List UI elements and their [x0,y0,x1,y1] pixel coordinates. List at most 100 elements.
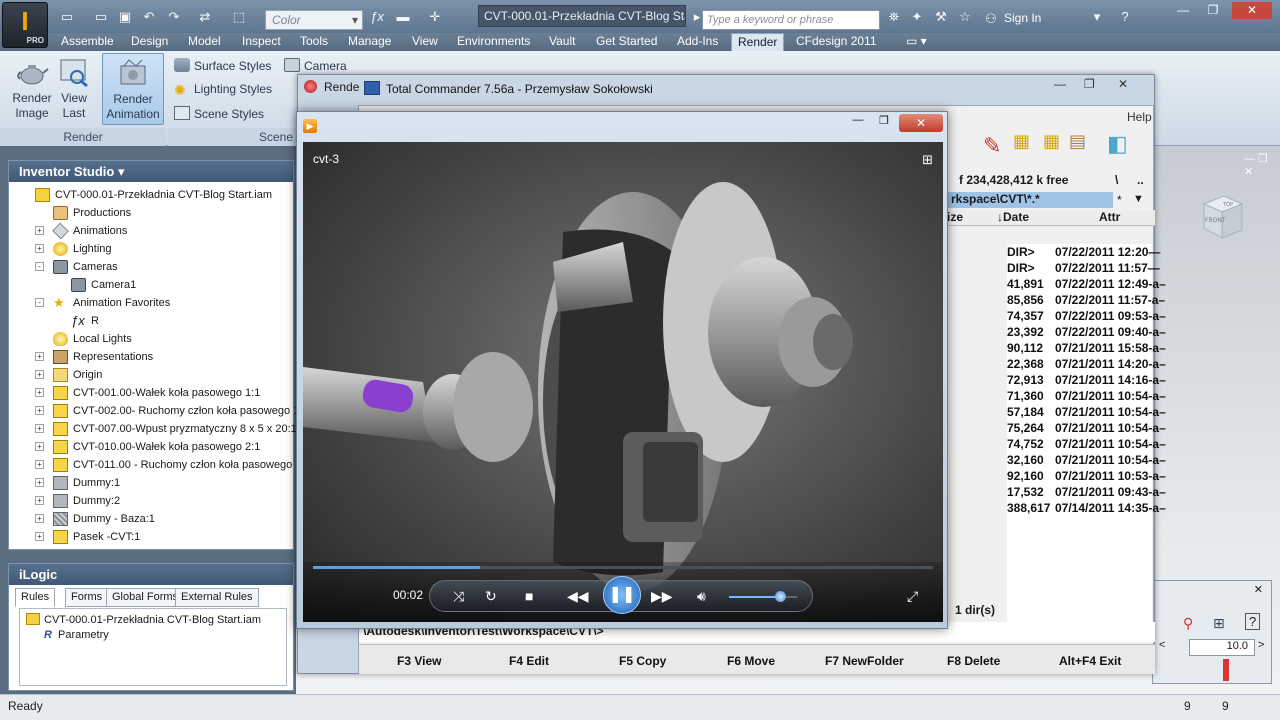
clipboard-icon[interactable]: ▤ [1069,131,1086,152]
close-icon[interactable]: ✕ [1254,583,1263,596]
repeat-icon[interactable]: ↻ [485,586,497,606]
volume-slider[interactable] [729,591,797,602]
studio-panel-header[interactable]: Inventor Studio ▾ [9,161,293,182]
expand-icon[interactable]: + [35,478,44,487]
tree-item[interactable]: + CVT-002.00- Ruchomy człon koła pasowego… [9,402,308,420]
subscription-icon[interactable]: ⚒ [932,8,950,26]
volume-icon[interactable]: 🔊︎ [697,586,706,606]
tree-item[interactable]: + CVT-011.00 - Ruchomy człon koła pasoweg… [9,456,311,474]
surface-styles-button[interactable]: Surface Styles [174,58,271,73]
volume-knob[interactable] [775,591,786,602]
shuffle-icon[interactable]: ⤨ [453,586,464,606]
tree-item[interactable]: Local Lights [9,330,293,348]
fx-icon[interactable]: ƒx [368,8,386,26]
expand-icon[interactable]: + [35,532,44,541]
root-dir-button[interactable]: \ [1115,173,1118,187]
copy-folders-icon[interactable]: ▦ [1043,131,1060,152]
column-size[interactable]: ize [947,210,963,224]
lighting-styles-button[interactable]: ✺ Lighting Styles [174,82,272,97]
f6-move-button[interactable]: F6 Move [727,654,775,668]
help-icon[interactable]: ? [1245,613,1261,630]
expand-icon[interactable]: + [35,226,44,235]
maximize-button[interactable]: ❐ [1084,77,1095,91]
tree-item[interactable]: + Lighting [9,240,293,258]
menu-help[interactable]: Help [1127,110,1152,124]
view-last-button[interactable]: View Last [52,57,96,121]
redo-icon[interactable]: ↷ [165,8,183,26]
pencil-edit-icon[interactable]: ✎ [983,133,1001,159]
scroll-right-icon[interactable]: > [1258,639,1264,651]
help-icon[interactable]: ? [1116,8,1134,26]
return-icon[interactable]: ⇄ [196,8,214,26]
scene-styles-button[interactable]: Scene Styles [174,106,264,121]
expand-icon[interactable]: + [35,460,44,469]
minimize-button[interactable]: — [1170,2,1196,19]
tab-assemble[interactable]: Assemble [61,34,114,48]
expand-icon[interactable]: + [35,370,44,379]
file-row[interactable]: 32,160 07/21/2011 10:54-a– [1007,453,1166,469]
tree-item[interactable]: + Dummy:1 [9,474,293,492]
collapse-icon[interactable]: - [35,298,44,307]
seek-bar[interactable] [313,566,933,569]
file-row[interactable]: DIR> 07/22/2011 12:20— [1007,245,1160,261]
f7-newfolder-button[interactable]: F7 NewFolder [825,654,904,668]
column-date[interactable]: ↓Date [997,210,1029,224]
timeline-slider-handle[interactable] [1223,659,1229,681]
expand-icon[interactable]: + [35,352,44,361]
sign-in-link[interactable]: Sign In [1004,11,1041,25]
tab-environments[interactable]: Environments [457,34,530,48]
tab-view[interactable]: View [412,34,438,48]
scroll-left-icon[interactable]: < [1159,639,1165,651]
current-path[interactable]: rkspace\CVT\*.* [947,192,1113,208]
file-row[interactable]: 75,264 07/21/2011 10:54-a– [1007,421,1166,437]
column-attr[interactable]: Attr [1099,210,1120,224]
f5-copy-button[interactable]: F5 Copy [619,654,666,668]
tab-forms[interactable]: Forms [65,588,109,607]
close-button[interactable]: ✕ [1232,2,1272,19]
tree-item[interactable]: + Representations [9,348,293,366]
restore-button[interactable]: ❐ [1200,2,1226,19]
tab-add-ins[interactable]: Add-Ins [677,34,718,48]
minimize-button[interactable]: — [847,114,869,132]
tab-design[interactable]: Design [131,34,168,48]
select-icon[interactable]: ⬚ [230,8,248,26]
expand-icon[interactable]: + [35,244,44,253]
expand-icon[interactable]: + [35,442,44,451]
canvas-window-controls[interactable]: — ❐ ✕ [1244,152,1280,178]
tree-item[interactable]: + Animations [9,222,293,240]
tab-global-forms[interactable]: Global Forms [106,588,185,607]
tree-item[interactable]: Productions [9,204,293,222]
stop-icon[interactable]: ■ [525,586,533,606]
tab-model[interactable]: Model [188,34,221,48]
filter-asterisk[interactable]: * [1117,193,1122,207]
file-row[interactable]: 72,913 07/21/2011 14:16-a– [1007,373,1166,389]
open-icon[interactable]: ▭ [92,8,110,26]
file-row[interactable]: 74,357 07/22/2011 09:53-a– [1007,309,1166,325]
chevron-down-icon[interactable]: ▼ [1133,193,1144,205]
file-row[interactable]: 22,368 07/21/2011 14:20-a– [1007,357,1166,373]
parent-dir-button[interactable]: .. [1137,173,1144,187]
pause-button[interactable]: ❚❚ [603,576,641,614]
tab-vault[interactable]: Vault [549,34,575,48]
color-dropdown[interactable]: Color ▾ [265,10,363,30]
binoculars-icon[interactable]: ⛯ [885,8,903,26]
f8-delete-button[interactable]: F8 Delete [947,654,1000,668]
tab-render[interactable]: Render [731,33,785,52]
tab-inspect[interactable]: Inspect [242,34,281,48]
next-icon[interactable]: ▶▶ [651,586,673,606]
favorites-star-icon[interactable]: ☆ [956,8,974,26]
file-row[interactable]: 17,532 07/21/2011 09:43-a– [1007,485,1166,501]
f4-edit-button[interactable]: F4 Edit [509,654,549,668]
close-button[interactable]: ✕ [1118,77,1128,91]
expand-icon[interactable]: + [35,424,44,433]
measure-icon[interactable]: ▬ [394,8,412,26]
tree-item[interactable]: + Pasek -CVT:1 [9,528,293,546]
tab-external-rules[interactable]: External Rules [175,588,259,607]
maximize-button[interactable]: ❐ [873,114,895,132]
tree-item[interactable]: ƒx R [9,312,293,330]
expand-icon[interactable]: + [35,496,44,505]
timeline-settings-icon[interactable]: ⚲ [1183,615,1193,632]
expand-icon[interactable]: + [35,406,44,415]
altf4-exit-button[interactable]: Alt+F4 Exit [1059,654,1121,668]
file-row[interactable]: 85,856 07/22/2011 11:57-a– [1007,293,1165,309]
